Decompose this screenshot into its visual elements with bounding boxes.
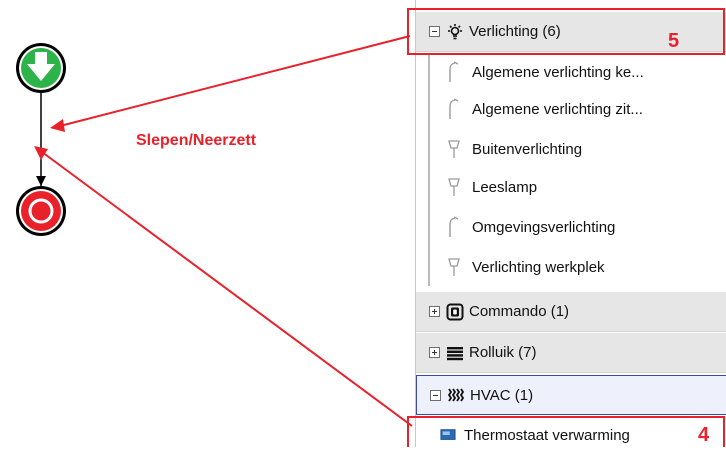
start-node[interactable] — [16, 43, 66, 93]
list-item[interactable]: Thermostaat verwarming — [416, 420, 726, 450]
shutter-icon — [446, 344, 464, 362]
item-label: Thermostaat verwarming — [464, 426, 630, 444]
item-label: Leeslamp — [472, 178, 538, 196]
hvac-icon — [447, 386, 465, 404]
ceiling-lamp-icon — [446, 256, 462, 278]
floor-lamp-icon — [446, 98, 462, 120]
group-rolluik[interactable]: Rolluik (7) — [416, 333, 726, 373]
floor-lamp-icon — [446, 61, 462, 83]
drag-drop-label: Slepen/Neerzett — [136, 132, 257, 149]
item-label: Algemene verlichting zit... — [472, 100, 643, 118]
group-label: HVAC (1) — [470, 386, 534, 404]
group-verlichting[interactable]: Verlichting (6) — [416, 12, 726, 52]
group-commando[interactable]: Commando (1) — [416, 292, 726, 332]
group-hvac[interactable]: HVAC (1) — [416, 375, 726, 415]
expand-icon[interactable] — [429, 347, 440, 358]
item-label: Algemene verlichting ke... — [472, 63, 644, 81]
list-item[interactable]: Omgevingsverlichting — [416, 208, 726, 246]
list-item[interactable]: Leeslamp — [416, 168, 726, 206]
light-bulb-icon — [446, 23, 464, 41]
toolbox-tree: Verlichting (6) Algemene verlichting ke.… — [415, 0, 726, 447]
list-item[interactable]: Buitenverlichting — [416, 130, 726, 168]
list-item[interactable]: Verlichting werkplek — [416, 248, 726, 286]
workflow-canvas[interactable] — [0, 0, 415, 447]
item-label: Buitenverlichting — [472, 140, 583, 158]
group-label: Verlichting (6) — [469, 23, 561, 40]
end-node[interactable] — [16, 186, 66, 236]
collapse-icon[interactable] — [430, 389, 441, 401]
connector-arrowhead — [36, 176, 46, 186]
group-label: Rolluik (7) — [469, 344, 537, 361]
list-item[interactable]: Algemene verlichting zit... — [416, 90, 726, 128]
item-label: Verlichting werkplek — [472, 258, 605, 276]
expand-icon[interactable] — [429, 306, 440, 317]
callout-number-5: 5 — [668, 30, 680, 52]
ceiling-lamp-icon — [446, 176, 462, 198]
callout-number-4: 4 — [698, 424, 710, 446]
list-item[interactable]: Algemene verlichting ke... — [416, 53, 726, 91]
thermostat-icon — [440, 424, 456, 446]
item-label: Omgevingsverlichting — [472, 218, 616, 236]
ceiling-lamp-icon — [446, 138, 462, 160]
group-label: Commando (1) — [469, 303, 570, 320]
floor-lamp-icon — [446, 216, 462, 238]
command-icon — [446, 303, 464, 321]
collapse-icon[interactable] — [429, 26, 440, 37]
